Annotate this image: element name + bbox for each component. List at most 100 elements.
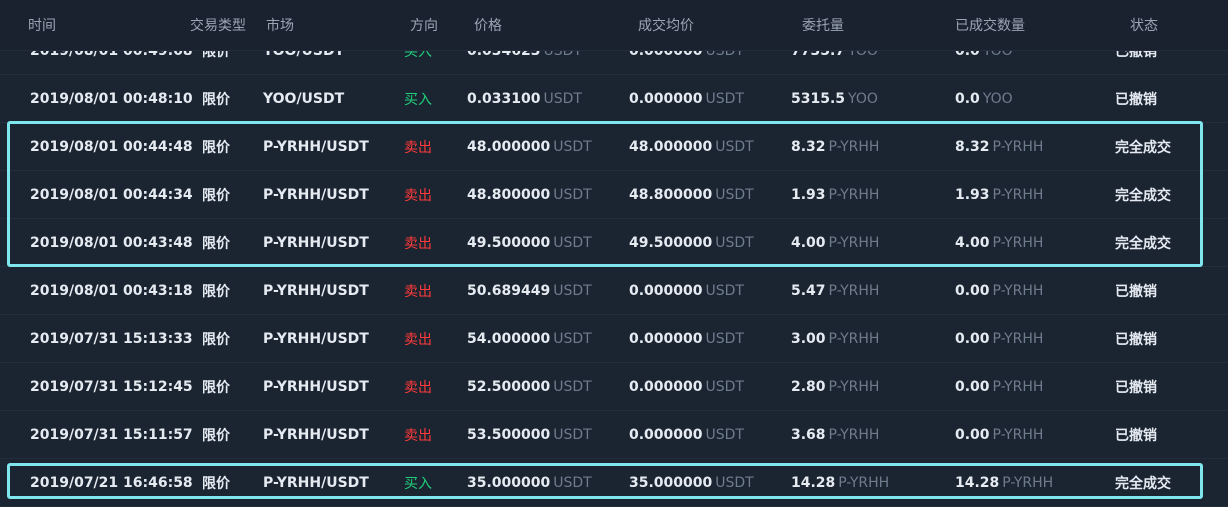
order-type-value: 限价 [202,235,230,252]
order-status: 完全成交 [1115,137,1171,157]
table-row[interactable]: 2019/08/01 00:44:34 限价 P-YRHH/USDT 卖出 48.800… [0,171,1228,219]
order-price: 0.033100 USDT [467,91,582,107]
order-market: P-YRHH/USDT [263,187,369,203]
order-price-value: 54.000000 [467,330,551,347]
order-market-value: P-YRHH/USDT [263,186,369,203]
order-amount: 14.28 P-YRHH [791,475,889,491]
table-row[interactable]: 2019/08/01 00:48:10 限价 YOO/USDT 买入 0.033100 U… [0,75,1228,123]
order-filled-value: 14.28 [955,474,1000,491]
order-status-value: 完全成交 [1115,475,1171,492]
order-price-value: 35.000000 [467,474,551,491]
order-amount-unit: P-YRHH [828,138,880,155]
order-filled-unit: P-YRHH [992,186,1044,203]
order-time-value: 2019/08/01 00:44:48 [30,138,193,155]
table-row[interactable]: 2019/08/01 00:43:18 限价 P-YRHH/USDT 卖出 50.689… [0,267,1228,315]
order-side-value: 买入 [404,475,432,492]
order-price-value: 49.500000 [467,234,551,251]
order-type-value: 限价 [202,427,230,444]
order-filled: 0.0YOO [955,91,1013,107]
header-time: 时间 [28,18,56,34]
order-status-value: 完全成交 [1115,235,1171,252]
order-price-unit: USDT [553,474,592,491]
order-time: 2019/08/01 00:43:18 [30,283,193,299]
order-side-value: 买入 [404,91,432,108]
order-avg-price: 0.000000USDT [629,283,744,299]
order-time-value: 2019/08/01 00:43:18 [30,282,193,299]
order-avg-price-value: 0.000000 [629,426,703,443]
order-time: 2019/07/31 15:11:57 [30,427,193,443]
order-time-value: 2019/07/21 16:46:58 [30,474,193,491]
order-filled-value: 8.32 [955,138,990,155]
order-filled-unit: P-YRHH [992,282,1044,299]
order-amount-unit: P-YRHH [828,426,880,443]
order-avg-price-unit: USDT [705,282,744,299]
header-status: 状态 [1130,18,1158,34]
order-side-value: 卖出 [404,427,432,444]
order-avg-price: 0.000000USDT [629,427,744,443]
order-avg-price-unit: USDT [715,138,754,155]
order-filled-value: 0.0 [955,90,980,107]
order-filled: 0.00 P-YRHH [955,379,1043,395]
order-filled-unit: P-YRHH [992,138,1044,155]
order-filled-unit: YOO [982,90,1013,107]
order-filled-value: 0.00 [955,378,990,395]
order-side: 卖出 [404,425,432,445]
order-avg-price-unit: USDT [705,378,744,395]
order-type: 限价 [202,281,230,301]
order-type: 限价 [202,137,230,157]
order-side-value: 卖出 [404,235,432,252]
header-market: 市场 [266,18,294,34]
header-side: 方向 [410,18,438,34]
order-type: 限价 [202,89,230,109]
order-amount-value: 3.68 [791,426,826,443]
order-side-value: 卖出 [404,379,432,396]
order-side: 卖出 [404,137,432,157]
order-side: 卖出 [404,185,432,205]
order-avg-price-value: 48.800000 [629,186,713,203]
order-avg-price-value: 0.000000 [629,90,703,107]
order-amount-value: 5.47 [791,282,826,299]
table-row[interactable]: 2019/07/31 15:13:33 限价 P-YRHH/USDT 卖出 54.000… [0,315,1228,363]
order-side: 买入 [404,89,432,109]
order-type-value: 限价 [202,187,230,204]
order-price-value: 50.689449 [467,282,551,299]
order-filled: 1.93 P-YRHH [955,187,1043,203]
table-row[interactable]: 2019/07/31 15:11:57 限价 P-YRHH/USDT 卖出 53.500… [0,411,1228,459]
order-status: 完全成交 [1115,185,1171,205]
order-type-value: 限价 [202,283,230,300]
order-filled-unit: P-YRHH [1002,474,1054,491]
order-amount: 5.47 P-YRHH [791,283,879,299]
order-avg-price-value: 48.000000 [629,138,713,155]
order-type-value: 限价 [202,91,230,108]
order-amount-value: 1.93 [791,186,826,203]
table-row[interactable]: 2019/08/01 00:43:48 限价 P-YRHH/USDT 卖出 49.500… [0,219,1228,267]
order-filled-unit: P-YRHH [992,234,1044,251]
order-avg-price: 0.000000USDT [629,331,744,347]
order-avg-price-value: 35.000000 [629,474,713,491]
order-filled: 4.00 P-YRHH [955,235,1043,251]
order-price-unit: USDT [553,186,592,203]
order-time: 2019/08/01 00:44:34 [30,187,193,203]
table-header: 时间 交易类型 市场 方向 价格 成交均价 委托量 已成交数量 状态 [0,0,1228,51]
order-filled-unit: P-YRHH [992,378,1044,395]
table-row[interactable]: 2019/07/31 15:12:45 限价 P-YRHH/USDT 卖出 52.500… [0,363,1228,411]
order-status-value: 已撤销 [1115,427,1157,444]
order-history-panel: 2019/08/01 00:49:08限价YOO/USDT买入0.034623U… [0,0,1228,507]
order-filled: 14.28 P-YRHH [955,475,1053,491]
order-type: 限价 [202,425,230,445]
table-row[interactable]: 2019/07/21 16:46:58 限价 P-YRHH/USDT 买入 35.000… [0,459,1228,507]
order-filled-value: 1.93 [955,186,990,203]
header-avg-price: 成交均价 [638,18,694,34]
table-row[interactable]: 2019/08/01 00:44:48 限价 P-YRHH/USDT 卖出 48.000… [0,123,1228,171]
order-amount-value: 14.28 [791,474,836,491]
header-price: 价格 [474,18,502,34]
order-time: 2019/08/01 00:48:10 [30,91,193,107]
order-avg-price-value: 0.000000 [629,330,703,347]
order-avg-price-unit: USDT [705,90,744,107]
order-price: 52.500000 USDT [467,379,592,395]
order-avg-price-value: 0.000000 [629,282,703,299]
order-status: 完全成交 [1115,473,1171,493]
order-market-value: P-YRHH/USDT [263,234,369,251]
order-market: P-YRHH/USDT [263,235,369,251]
order-market-value: P-YRHH/USDT [263,474,369,491]
